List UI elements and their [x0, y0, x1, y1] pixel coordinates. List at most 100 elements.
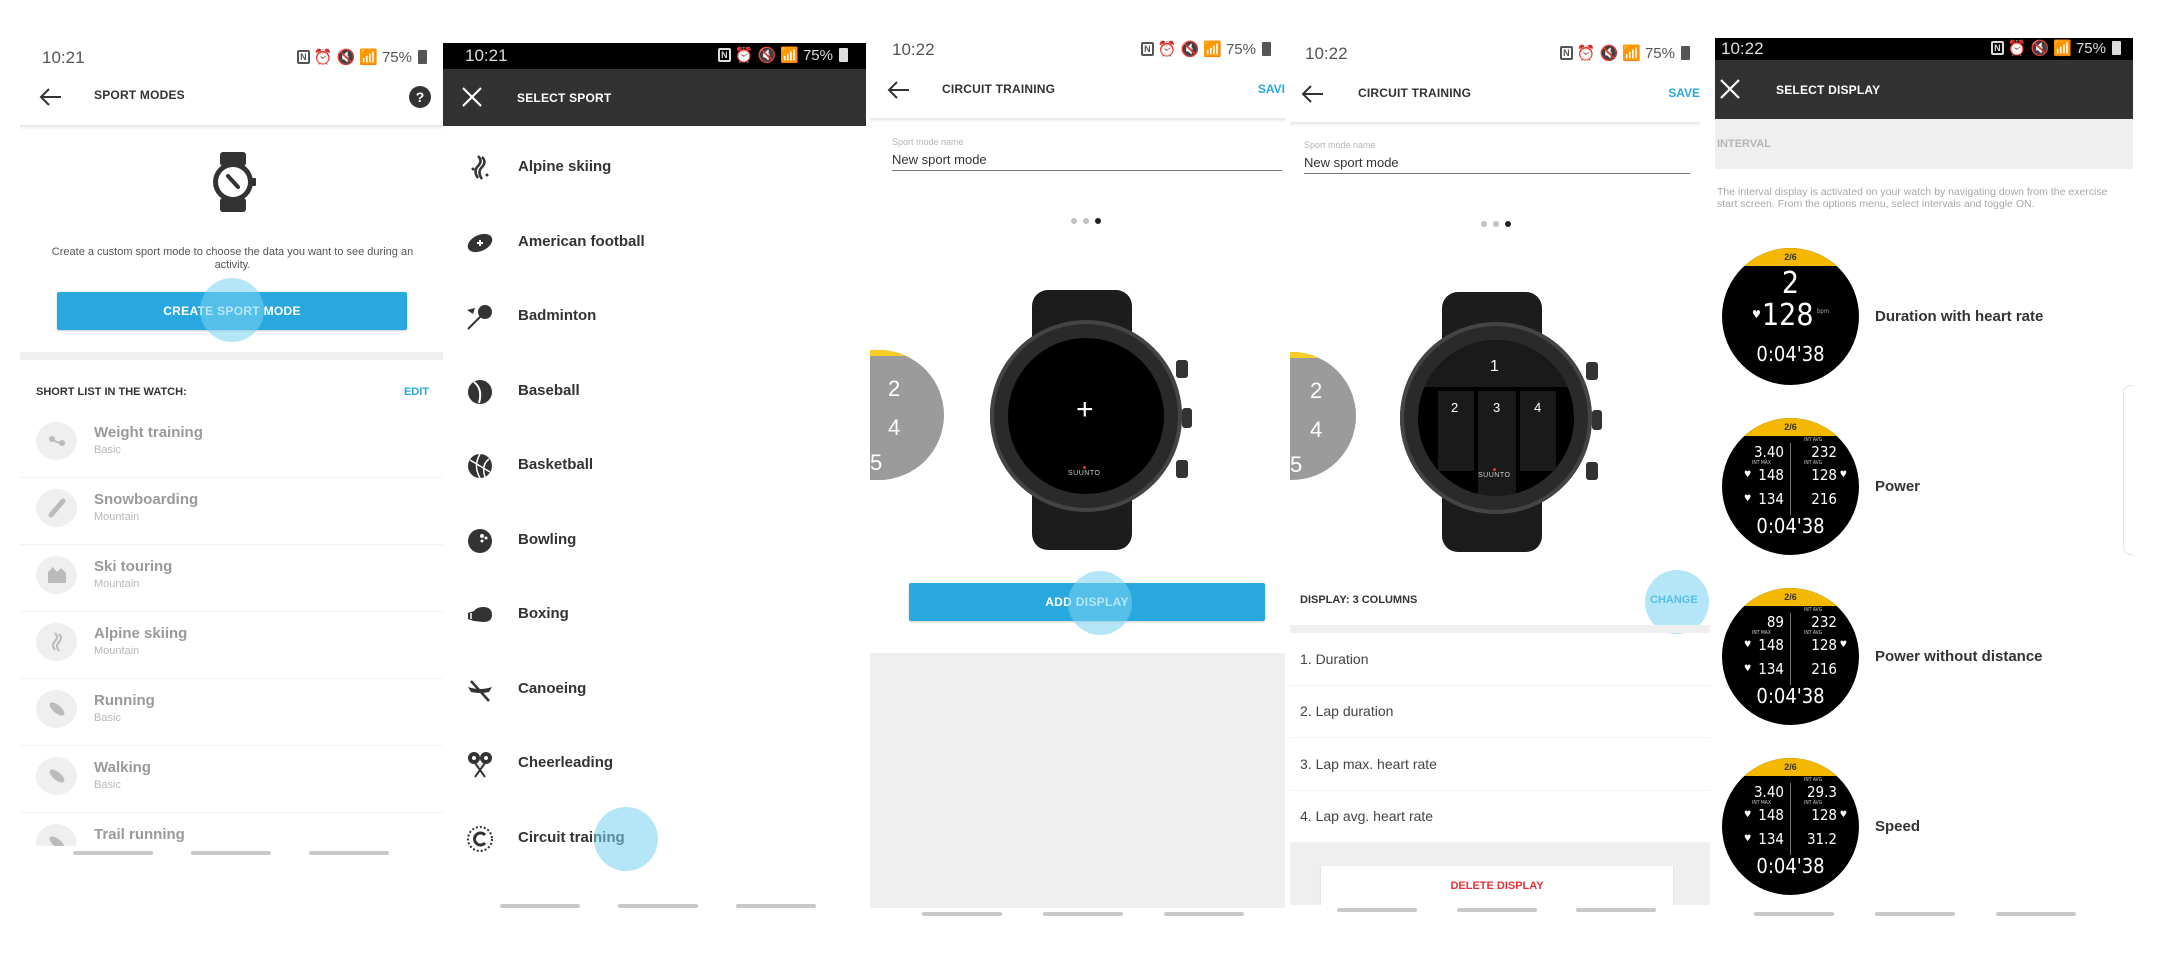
page-dot — [1083, 218, 1089, 224]
sport-mode-name-input[interactable] — [892, 152, 1282, 171]
page-title: CIRCUIT TRAINING — [1358, 86, 1472, 100]
previous-display-preview[interactable]: 2 4 5 — [1290, 352, 1356, 480]
alarm-icon: ⏰ — [734, 47, 754, 64]
cheerleading-icon — [468, 752, 492, 778]
heart-icon: ♥ — [1744, 640, 1752, 650]
status-icons: N ⏰ 🔇 📶 75% — [1559, 44, 1690, 62]
mute-icon: 🔇 — [2030, 40, 2050, 57]
help-icon: ? — [415, 89, 425, 105]
list-item[interactable]: Bowling — [443, 504, 866, 578]
close-icon[interactable] — [1717, 76, 1743, 102]
list-item[interactable]: Ski touring Mountain — [20, 538, 445, 612]
list-item[interactable]: Baseball — [443, 355, 866, 429]
field-row[interactable]: 3. Lap max. heart rate — [1290, 739, 1710, 791]
right-value: 29.3 — [1806, 783, 1837, 801]
delete-display-button[interactable]: DELETE DISPLAY — [1321, 866, 1673, 906]
peek-field-number: 4 — [1310, 417, 1323, 442]
sport-mode-name-input[interactable] — [1304, 155, 1690, 174]
walking-shoe-icon — [36, 757, 77, 795]
status-bar: 10:21 N ⏰ 🔇 📶 75% — [443, 43, 866, 69]
display-option[interactable]: 2/6 89 148 INT MAX 134 232 INT AVG 128 INT AVG 21… — [1715, 588, 2133, 728]
back-arrow-icon[interactable] — [36, 82, 66, 112]
close-icon[interactable] — [459, 84, 485, 110]
status-time: 10:22 — [1305, 44, 1348, 63]
left-value: 134 — [1758, 660, 1784, 678]
right-value: 216 — [1811, 490, 1837, 508]
battery-icon — [1262, 42, 1271, 56]
add-display-button[interactable]: ADD DISPLAY — [909, 583, 1265, 621]
status-time: 10:22 — [892, 40, 935, 59]
list-item[interactable]: Canoeing — [443, 653, 866, 727]
heart-icon: ♥ — [1744, 834, 1752, 844]
display-option[interactable]: 2/6 3.40 148 INT MAX 134 232 INT AVG 128 INT AVG… — [1715, 418, 2133, 558]
sport-name: American football — [518, 232, 645, 250]
field-row[interactable]: 2. Lap duration — [1290, 686, 1710, 738]
right-value: 216 — [1811, 660, 1837, 678]
nav-bar — [1337, 908, 1656, 912]
left-caption: INT MAX — [1752, 800, 1771, 806]
list-item[interactable]: Cheerleading — [443, 727, 866, 801]
previous-display-preview[interactable]: 2 4 5 — [870, 350, 944, 480]
field-row[interactable]: 4. Lap avg. heart rate — [1290, 791, 1710, 843]
bowling-icon — [468, 528, 492, 553]
back-arrow-icon[interactable] — [884, 75, 914, 105]
page-indicator — [1481, 221, 1511, 227]
screen-circuit-training-add: 10:22 N ⏰ 🔇 📶 75% CIRCUIT TRAINING SAVI … — [870, 0, 1285, 962]
item-category: Basic — [94, 779, 121, 791]
battery-percent: 75% — [1644, 44, 1675, 62]
item-category: Basic — [94, 444, 121, 456]
display-option[interactable]: 2/6 3.40 148 INT MAX 134 29.3 INT AVG 128 INT AV… — [1715, 758, 2133, 898]
edit-link[interactable]: EDIT — [404, 386, 429, 398]
watch-face-preview: 2/6 3.40 148 INT MAX 134 232 INT AVG 128 INT AVG… — [1722, 418, 1859, 555]
app-header: SELECT SPORT — [443, 69, 866, 126]
page-dot — [1071, 218, 1077, 224]
item-name: Trail running — [94, 826, 185, 843]
circuit-training-icon — [467, 825, 493, 852]
right-caption: INT AVG — [1804, 777, 1823, 783]
sport-name: Basketball — [518, 456, 594, 473]
screen-sport-modes: 10:21 N ⏰ 🔇 📶 75% SPORT MODES ? Create a… — [20, 0, 445, 962]
field-label: 3. Lap max. heart rate — [1300, 756, 1437, 772]
list-item[interactable]: Basketball — [443, 429, 866, 503]
item-name: Weight training — [94, 424, 203, 441]
item-name: Ski touring — [94, 558, 173, 575]
app-header: CIRCUIT TRAINING SAVE — [1290, 72, 1710, 116]
heart-icon: ♥ — [1839, 810, 1847, 820]
sport-name: Circuit training — [518, 828, 625, 846]
list-item[interactable]: Snowboarding Mountain — [20, 471, 445, 545]
list-item[interactable]: Running Basic — [20, 672, 445, 746]
watch-field-3: 3 — [1493, 400, 1501, 415]
back-arrow-icon[interactable] — [1298, 79, 1328, 109]
alarm-icon: ⏰ — [2007, 40, 2027, 57]
list-item[interactable]: Alpine skiing — [443, 131, 866, 205]
section-header: INTERVAL — [1715, 119, 2133, 169]
list-item[interactable]: Circuit training — [443, 802, 866, 876]
create-sport-mode-button[interactable]: CREATE SPORT MODE — [57, 292, 407, 330]
alpine-skiing-icon — [36, 623, 77, 661]
field-row[interactable]: 1. Duration — [1290, 634, 1710, 686]
nfc-icon: N — [296, 50, 310, 64]
sport-name: Canoeing — [518, 679, 587, 697]
list-item[interactable]: Weight training Basic — [20, 404, 445, 478]
status-bar: 10:22 N ⏰ 🔇 📶 75% — [870, 37, 1285, 63]
list-item[interactable]: Badminton — [443, 280, 866, 354]
left-caption: INT MAX — [1752, 630, 1771, 636]
sport-name: Alpine skiing — [518, 158, 612, 175]
save-button[interactable]: SAVE — [1668, 86, 1700, 100]
section-divider — [20, 352, 445, 360]
save-button[interactable]: SAVI — [1258, 82, 1285, 96]
help-button[interactable]: ? — [409, 86, 431, 108]
list-item[interactable]: Alpine skiing Mountain — [20, 605, 445, 679]
list-item[interactable]: Boxing — [443, 578, 866, 652]
sport-list: Alpine skiing American football Badminto… — [443, 131, 866, 901]
right-value: 128 — [1811, 466, 1837, 484]
list-item[interactable]: American football — [443, 206, 866, 280]
list-item[interactable]: Walking Basic — [20, 739, 445, 813]
heart-icon: ♥ — [1839, 470, 1847, 480]
display-option[interactable]: 2/6 2 ♥ 128 bpm 0:04'38 Duration with heart ra… — [1715, 248, 2133, 388]
page-indicator — [1071, 218, 1101, 224]
item-category: Mountain — [94, 578, 140, 590]
page-title: SELECT SPORT — [517, 91, 612, 105]
change-layout-link[interactable]: CHANGE — [1650, 594, 1698, 606]
item-category: Mountain — [94, 645, 140, 657]
